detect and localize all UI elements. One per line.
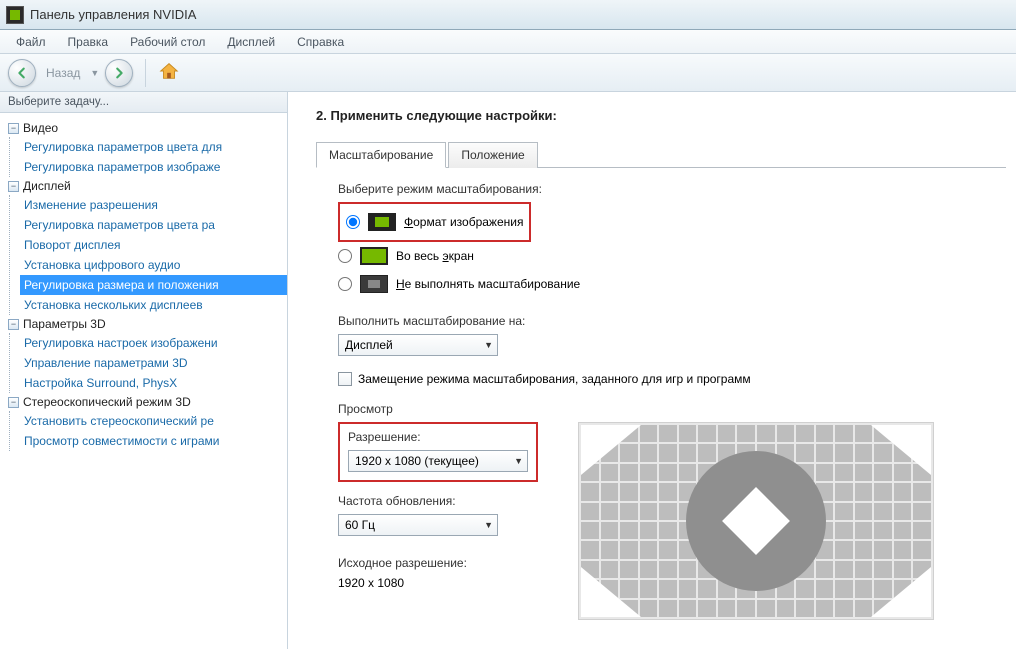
tree-category-label: Стереоскопический режим 3D (23, 395, 191, 409)
chevron-down-icon: ▼ (484, 340, 493, 350)
tree-category[interactable]: − Видео (4, 119, 287, 137)
tree-category[interactable]: − Стереоскопический режим 3D (4, 393, 287, 411)
tab-position[interactable]: Положение (448, 142, 537, 168)
native-resolution-value: 1920 x 1080 (338, 576, 538, 590)
back-label: Назад (46, 66, 80, 80)
tree-link[interactable]: Управление параметрами 3D (20, 353, 287, 373)
tree-link[interactable]: Поворот дисплея (20, 235, 287, 255)
tree-link[interactable]: Установка нескольких дисплеев (20, 295, 287, 315)
sidebar: Выберите задачу... − Видео Регулировка п… (0, 92, 288, 649)
tree-link-selected[interactable]: Регулировка размера и положения (20, 275, 287, 295)
radio-label: Во весь экран (396, 249, 474, 263)
tree-category[interactable]: − Дисплей (4, 177, 287, 195)
radio-aspect-ratio[interactable]: Формат изображения (346, 208, 523, 236)
menu-desktop[interactable]: Рабочий стол (120, 32, 215, 52)
combo-value: 60 Гц (345, 518, 375, 532)
radio-fullscreen[interactable]: Во весь экран (338, 242, 986, 270)
combo-value: 1920 x 1080 (текущее) (355, 454, 479, 468)
radio-label: Формат изображения (404, 215, 523, 229)
tree-link[interactable]: Установка цифрового аудио (20, 255, 287, 275)
tree-category-label: Параметры 3D (23, 317, 106, 331)
tree-link[interactable]: Регулировка параметров цвета ра (20, 215, 287, 235)
tree-link[interactable]: Регулировка параметров цвета для (20, 137, 287, 157)
radio-label: Не выполнять масштабирование (396, 277, 580, 291)
tree-link[interactable]: Изменение разрешения (20, 195, 287, 215)
scale-on-label: Выполнить масштабирование на: (338, 314, 986, 328)
tree-category[interactable]: − Параметры 3D (4, 315, 287, 333)
monitor-preview (578, 422, 934, 620)
scale-mode-group: Формат изображения Во весь экран Не выпо… (338, 202, 986, 298)
scale-on-combo[interactable]: Дисплей ▼ (338, 334, 498, 356)
radio-input[interactable] (338, 277, 352, 291)
no-scaling-icon (360, 275, 388, 293)
menu-edit[interactable]: Правка (58, 32, 119, 52)
radio-input[interactable] (346, 215, 360, 229)
menu-file[interactable]: Файл (6, 32, 56, 52)
chevron-down-icon: ▼ (484, 520, 493, 530)
nav-separator (145, 59, 146, 87)
scaling-panel: Выберите режим масштабирования: Формат и… (302, 168, 1006, 640)
highlight-annotation: Разрешение: 1920 x 1080 (текущее) ▼ (338, 422, 538, 482)
section-title: 2. Применить следующие настройки: (316, 108, 1006, 123)
override-label: Замещение режима масштабирования, заданн… (358, 372, 751, 386)
tabstrip: Масштабирование Положение (316, 141, 1006, 168)
menubar: Файл Правка Рабочий стол Дисплей Справка (0, 30, 1016, 54)
scale-mode-label: Выберите режим масштабирования: (338, 182, 986, 196)
home-button[interactable] (158, 60, 180, 85)
forward-button[interactable] (105, 59, 133, 87)
tree-link[interactable]: Установить стереоскопический ре (20, 411, 287, 431)
tree-link[interactable]: Настройка Surround, PhysX (20, 373, 287, 393)
navbar: Назад ▼ (0, 54, 1016, 92)
fullscreen-icon (360, 247, 388, 265)
tree-collapse-icon[interactable]: − (8, 123, 19, 134)
menu-help[interactable]: Справка (287, 32, 354, 52)
override-checkbox-row[interactable]: Замещение режима масштабирования, заданн… (338, 372, 986, 386)
preview-label: Просмотр (338, 402, 986, 416)
chevron-down-icon: ▼ (514, 456, 523, 466)
tree-collapse-icon[interactable]: − (8, 319, 19, 330)
tree-category-label: Видео (23, 121, 58, 135)
resolution-combo[interactable]: 1920 x 1080 (текущее) ▼ (348, 450, 528, 472)
highlight-annotation: Формат изображения (338, 202, 531, 242)
window-title: Панель управления NVIDIA (30, 7, 196, 22)
task-tree: − Видео Регулировка параметров цвета для… (0, 113, 287, 457)
main-panel: 2. Применить следующие настройки: Масшта… (288, 92, 1016, 649)
aspect-ratio-icon (368, 213, 396, 231)
nvidia-app-icon (6, 6, 24, 24)
refresh-label: Частота обновления: (338, 494, 538, 508)
tree-category-label: Дисплей (23, 179, 71, 193)
radio-input[interactable] (338, 249, 352, 263)
back-button[interactable] (8, 59, 36, 87)
sidebar-header: Выберите задачу... (0, 92, 287, 113)
tree-link[interactable]: Регулировка настроек изображени (20, 333, 287, 353)
radio-no-scaling[interactable]: Не выполнять масштабирование (338, 270, 986, 298)
tree-collapse-icon[interactable]: − (8, 397, 19, 408)
tab-scaling[interactable]: Масштабирование (316, 142, 446, 168)
checkbox[interactable] (338, 372, 352, 386)
titlebar: Панель управления NVIDIA (0, 0, 1016, 30)
resolution-label: Разрешение: (348, 430, 528, 444)
tree-collapse-icon[interactable]: − (8, 181, 19, 192)
tree-link[interactable]: Просмотр совместимости с играми (20, 431, 287, 451)
combo-value: Дисплей (345, 338, 393, 352)
tree-link[interactable]: Регулировка параметров изображе (20, 157, 287, 177)
refresh-combo[interactable]: 60 Гц ▼ (338, 514, 498, 536)
back-dropdown-icon[interactable]: ▼ (90, 68, 99, 78)
menu-display[interactable]: Дисплей (217, 32, 285, 52)
native-resolution-label: Исходное разрешение: (338, 556, 538, 570)
